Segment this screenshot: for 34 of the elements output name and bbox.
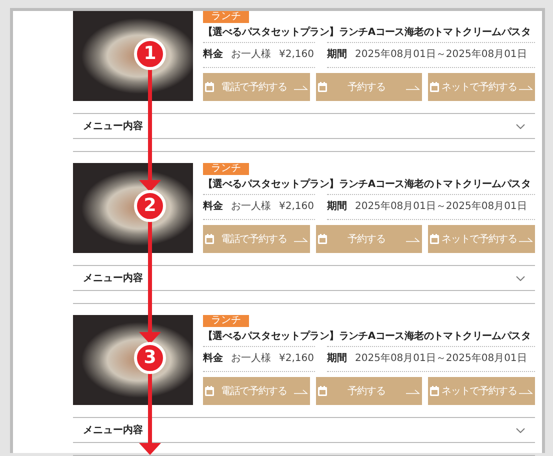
price-unit: お一人様 [231,49,271,61]
period-label: 期間 [327,353,347,365]
reserve-button[interactable]: 電話で予約する [203,225,310,253]
price-unit: お一人様 [231,201,271,213]
price-unit: お一人様 [231,353,271,365]
period-label: 期間 [327,49,347,61]
reserve-button[interactable]: ネットで予約する [428,377,535,405]
category-tag: ランチ [203,163,249,175]
plan-title: 【選べるパスタセットプラン】ランチAコース海老のトマトクリームパスタ [203,178,532,191]
plan-title: 【選べるパスタセットプラン】ランチAコース海老のトマトクリームパスタ [203,330,532,343]
plan-title: 【選べるパスタセットプラン】ランチAコース海老のトマトクリームパスタ [203,26,532,39]
reserve-button[interactable]: 電話で予約する [203,377,310,405]
price-label: 料金 [203,353,223,365]
period-label: 期間 [327,201,347,213]
reserve-button[interactable]: ネットで予約する [428,73,535,101]
step-number: 1 [134,38,166,70]
price-value: ¥2,160 [279,201,314,213]
period-value: 2025年08月01日～2025年08月01日 [355,353,527,365]
accordion-header[interactable]: メニュー内容 [73,417,535,443]
accordion-header[interactable]: メニュー内容 [73,113,535,139]
price-label: 料金 [203,201,223,213]
accordion-header[interactable]: メニュー内容 [73,265,535,291]
price-value: ¥2,160 [279,49,314,61]
reserve-button[interactable]: 予約する [316,377,422,405]
reserve-button[interactable]: 電話で予約する [203,73,310,101]
price-label: 料金 [203,49,223,61]
reserve-button[interactable]: 予約する [316,225,422,253]
category-tag: ランチ [203,11,249,23]
period-value: 2025年08月01日～2025年08月01日 [355,49,527,61]
category-tag: ランチ [203,315,249,327]
period-value: 2025年08月01日～2025年08月01日 [355,201,527,213]
reserve-button[interactable]: 予約する [316,73,422,101]
price-value: ¥2,160 [279,353,314,365]
reserve-button[interactable]: ネットで予約する [428,225,535,253]
